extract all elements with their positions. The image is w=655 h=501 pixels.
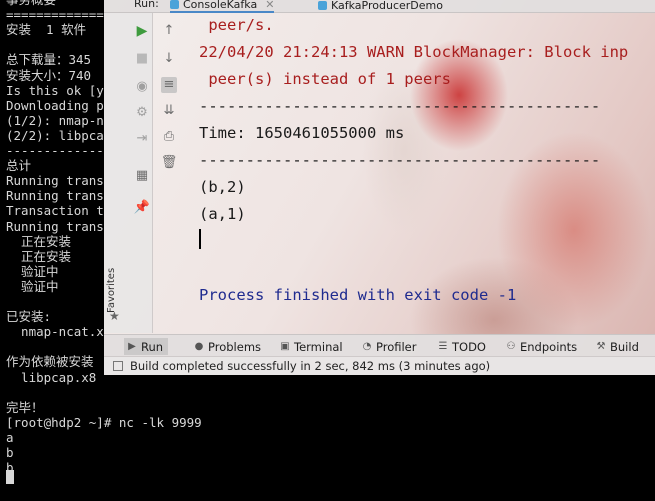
console-line: Process finished with exit code -1 [199, 286, 517, 304]
problems-icon: ● [194, 340, 204, 352]
scroll-down-icon[interactable]: ↓ [161, 51, 177, 67]
tool-window-label: Problems [208, 339, 262, 354]
tool-window-run[interactable]: ▶ Run [124, 338, 169, 355]
settings-icon[interactable]: ⚙ [134, 105, 150, 121]
tool-window-problems[interactable]: ● Problems [194, 338, 261, 355]
run-config-icon [170, 0, 179, 9]
terminal-line: 安装 1 软件 [6, 22, 87, 38]
run-config-icon [318, 0, 327, 10]
tool-window-bar: ▶ Run ● Problems ▣ Terminal ◔ Profiler ☰ TODO ⚇ End… [104, 334, 655, 356]
status-bar: Build completed successfully in 2 sec, 8… [104, 356, 655, 375]
terminal-line: 总计 [6, 158, 32, 174]
terminal-line: libpcap.x8 [6, 369, 97, 385]
scroll-up-icon[interactable]: ↑ [161, 23, 177, 39]
scroll-to-end-icon[interactable]: ⇊ [161, 103, 177, 119]
console-line: (a,1) [199, 205, 246, 223]
layout-icon[interactable]: ▦ [134, 168, 150, 184]
terminal-line: Running trans [6, 218, 104, 234]
terminal-line: 正在安装 [6, 248, 72, 264]
terminal-line: (2/2): libpca [6, 127, 104, 143]
tool-window-todo[interactable]: ☰ TODO [438, 338, 486, 355]
terminal-line: (1/2): nmap-n [6, 112, 104, 128]
terminal-line: Transaction t [6, 203, 104, 219]
console-line: Time: 1650461055000 ms [199, 124, 405, 142]
todo-icon: ☰ [438, 340, 448, 352]
terminal-line: 验证中 [6, 263, 59, 279]
terminal-icon: ▣ [280, 340, 290, 352]
console-line: peer/s. [199, 16, 274, 34]
status-window-icon[interactable] [113, 361, 123, 371]
terminal-cursor [6, 470, 14, 484]
terminal-line: 正在安装 [6, 233, 72, 249]
stop-icon[interactable]: ■ [134, 51, 150, 67]
tab-label: ConsoleKafka [183, 0, 258, 11]
terminal-line: 作为依赖被安装 [6, 354, 94, 370]
terminal-line: 完毕！ [6, 399, 44, 415]
terminal-line: [root@hdp2 ~]# nc -lk 9999 [6, 414, 202, 430]
tool-window-build[interactable]: ⚒ Build [596, 338, 639, 355]
terminal-line: 已安装: [6, 309, 52, 325]
endpoints-icon: ⚇ [506, 340, 516, 352]
tool-window-label: Endpoints [520, 339, 578, 354]
trash-icon[interactable]: 🗑 [161, 155, 178, 171]
profiler-icon: ◔ [362, 340, 372, 352]
tool-window-label: Run [141, 339, 164, 354]
terminal-line: b [6, 445, 14, 460]
pin-icon[interactable]: 📌 [134, 200, 150, 216]
tool-window-endpoints[interactable]: ⚇ Endpoints [506, 338, 578, 355]
terminal-line: 事务概要 [6, 0, 56, 7]
build-icon: ⚒ [596, 340, 606, 352]
tab-consolekafka[interactable]: ConsoleKafka ✕ [170, 0, 275, 13]
console-line: ----------------------------------------… [199, 151, 601, 169]
rerun-icon[interactable]: ▶ [134, 23, 150, 39]
tool-window-profiler[interactable]: ◔ Profiler [362, 338, 417, 355]
tool-window-label: Profiler [376, 339, 417, 354]
status-text[interactable]: Build completed successfully in 2 sec, 8… [130, 359, 490, 373]
tab-label: KafkaProducerDemo [331, 0, 443, 12]
terminal-line: 安装大小：740 [6, 67, 92, 83]
console-line: (b,2) [199, 178, 246, 196]
run-icon: ▶ [128, 340, 136, 352]
tool-window-label: Terminal [294, 339, 343, 354]
terminal-line: a [6, 429, 14, 445]
tab-kafkaproducerdemo[interactable]: KafkaProducerDemo [318, 0, 443, 13]
terminal-line: Running trans [6, 173, 104, 189]
favorites-label[interactable]: Favorites [106, 268, 117, 313]
tool-window-label: TODO [452, 339, 486, 354]
ide-run-window: Run: ConsoleKafka ✕ KafkaProducerDemo ▶ … [104, 0, 655, 375]
terminal-line: 总下载量：345 [6, 52, 92, 68]
terminal-line: Running trans [6, 188, 104, 204]
favorites-strip[interactable]: Favorites ★ [104, 13, 126, 333]
print-icon[interactable]: ⎙ [161, 129, 177, 145]
star-icon: ★ [109, 309, 120, 323]
run-tab-bar: Run: ConsoleKafka ✕ KafkaProducerDemo [104, 0, 655, 13]
exit-icon[interactable]: ⇥ [134, 131, 150, 147]
tool-window-terminal[interactable]: ▣ Terminal [280, 338, 343, 355]
soft-wrap-icon[interactable]: ≡ [161, 77, 177, 93]
terminal-line: ------------- [6, 143, 104, 158]
console-line: 22/04/20 21:24:13 WARN BlockManager: Blo… [199, 43, 629, 61]
console-output[interactable]: peer/s. 22/04/20 21:24:13 WARN BlockManag… [199, 13, 655, 333]
close-icon[interactable]: ✕ [265, 0, 274, 11]
camera-icon[interactable]: ◉ [134, 79, 150, 95]
terminal-line: nmap-ncat.x [6, 324, 104, 340]
terminal-line: Downloading p [6, 97, 104, 113]
run-label: Run: [134, 0, 159, 10]
terminal-line: 验证中 [6, 278, 59, 294]
terminal-line: Is this ok [y [6, 82, 104, 98]
tool-window-label: Build [610, 339, 639, 354]
console-line: ----------------------------------------… [199, 97, 601, 115]
text-caret [199, 229, 201, 249]
console-line: peer(s) instead of 1 peers [199, 70, 451, 88]
